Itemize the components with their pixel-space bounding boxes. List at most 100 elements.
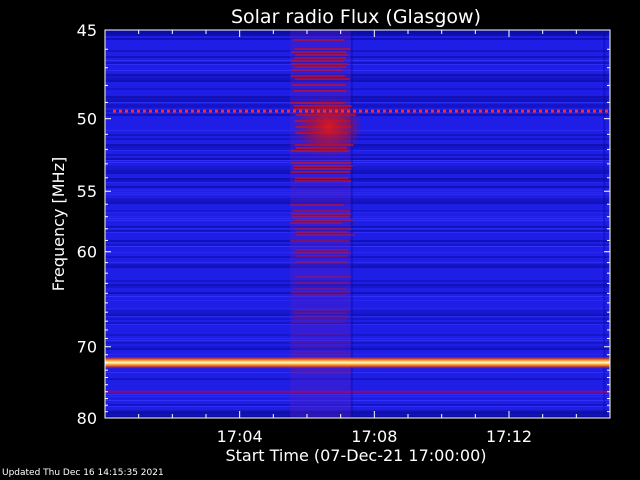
texture-stripe (105, 318, 610, 320)
activity-stripe (293, 333, 349, 335)
band-dot (341, 109, 344, 113)
activity-stripe (293, 210, 351, 212)
band-dot (503, 109, 506, 113)
texture-stripe (105, 178, 610, 180)
texture-stripe (105, 310, 610, 312)
activity-stripe (291, 51, 347, 53)
y-tick-label: 60 (77, 243, 97, 262)
band-dot (293, 109, 296, 113)
texture-stripe (105, 400, 610, 401)
activity-stripe (295, 54, 348, 56)
band-dot (275, 109, 278, 113)
band-dot (563, 109, 566, 113)
texture-stripe (105, 406, 610, 407)
texture-stripe (105, 280, 610, 282)
band-dot (287, 109, 290, 113)
band-dot (167, 109, 170, 113)
band-dot (431, 109, 434, 113)
texture-stripe (105, 158, 610, 160)
band-dot (329, 109, 332, 113)
activity-stripe (293, 294, 347, 296)
activity-stripe (290, 213, 351, 215)
texture-stripe (105, 324, 610, 325)
band-dot (473, 109, 476, 113)
texture-stripe (105, 56, 610, 58)
band-dot (215, 109, 218, 113)
band-dot (593, 109, 596, 113)
y-tick-label: 70 (77, 338, 97, 357)
activity-stripe (293, 312, 347, 314)
activity-stripe (293, 165, 353, 167)
texture-stripe (105, 230, 610, 232)
band-dot (149, 109, 152, 113)
band-dot (545, 109, 548, 113)
band-dot (137, 109, 140, 113)
band-dot (311, 109, 314, 113)
activity-stripe (293, 90, 347, 92)
activity-stripe (294, 228, 353, 230)
texture-stripe (105, 246, 610, 247)
band-dot (515, 109, 518, 113)
texture-stripe (105, 286, 610, 288)
texture-stripe (105, 60, 610, 61)
texture-stripe (105, 216, 610, 217)
activity-stripe (295, 231, 349, 233)
texture-stripe (105, 220, 610, 221)
band-dot (395, 109, 398, 113)
texture-stripe (105, 74, 610, 76)
band-dot (401, 109, 404, 113)
texture-stripe (105, 50, 610, 52)
texture-stripe (105, 264, 610, 266)
band-dot (497, 109, 500, 113)
texture-stripe (105, 338, 610, 339)
band-dot (161, 109, 164, 113)
band-dot (317, 109, 320, 113)
band-dot (191, 109, 194, 113)
band-dot (125, 109, 128, 113)
activity-stripe (294, 57, 347, 59)
band-dot (221, 109, 224, 113)
texture-stripe (105, 292, 610, 294)
band-dot (245, 109, 248, 113)
band-dot (557, 109, 560, 113)
band-dot (533, 109, 536, 113)
texture-stripe (105, 372, 610, 373)
band-dot (479, 109, 482, 113)
texture-stripe (105, 244, 610, 246)
band-dot (239, 109, 242, 113)
band-dot (605, 109, 608, 113)
band-dot (263, 109, 266, 113)
band-dot (299, 109, 302, 113)
band-dot (413, 109, 416, 113)
texture-stripe (105, 62, 610, 64)
band-dot (425, 109, 428, 113)
activity-stripe (290, 240, 350, 242)
band-dot (569, 109, 572, 113)
activity-stripe (291, 369, 352, 371)
activity-stripe (291, 342, 351, 344)
band-dot (407, 109, 410, 113)
activity-stripe (292, 39, 345, 41)
activity-stripe (295, 177, 349, 179)
band-dot (227, 109, 230, 113)
band-dot (179, 109, 182, 113)
texture-stripe (105, 314, 610, 316)
band-dot (305, 109, 308, 113)
texture-stripe (105, 346, 610, 348)
band-dot (551, 109, 554, 113)
texture-stripe (105, 104, 610, 106)
texture-stripe (105, 316, 610, 317)
band-dot (257, 109, 260, 113)
activity-stripe (290, 222, 343, 224)
texture-stripe (105, 162, 610, 163)
activity-stripe (294, 180, 352, 182)
texture-stripe (105, 210, 610, 212)
texture-stripe (105, 322, 610, 324)
texture-stripe (105, 240, 610, 242)
band-dot (509, 109, 512, 113)
band-dot (491, 109, 494, 113)
x-tick-label: 17:08 (351, 427, 397, 446)
band-dot (461, 109, 464, 113)
band-dot (377, 109, 380, 113)
texture-stripe (105, 190, 610, 191)
